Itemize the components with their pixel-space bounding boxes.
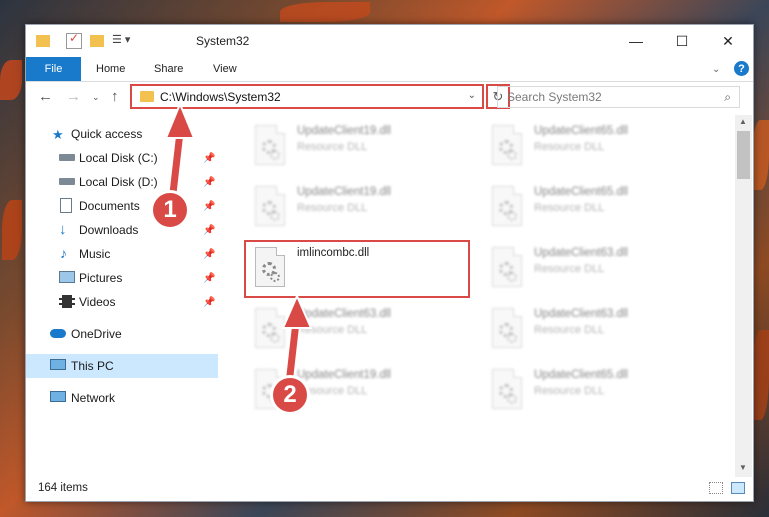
step-badge-1: 1 [150,190,190,230]
arrow-step-2 [281,293,313,390]
arrow-step-1 [164,101,196,208]
step-badge-2: 2 [270,375,310,415]
annotation-arrows [164,101,313,390]
